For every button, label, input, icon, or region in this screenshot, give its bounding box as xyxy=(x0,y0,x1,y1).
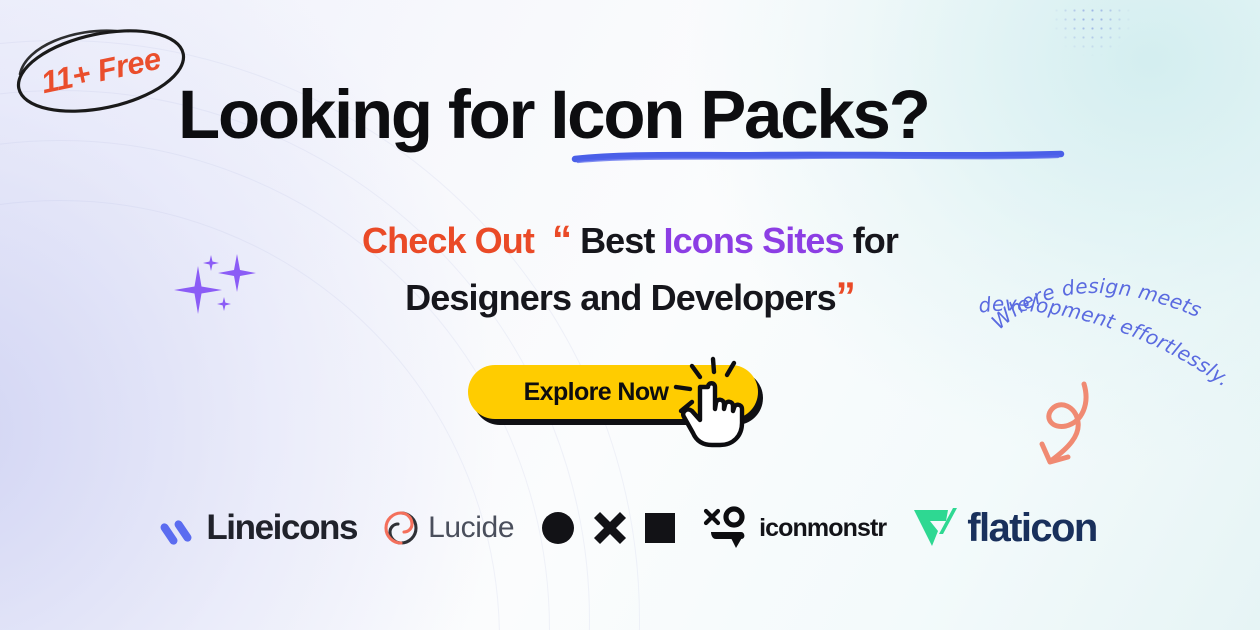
logo-lineicons-label: Lineicons xyxy=(206,508,358,547)
logo-iconmonstr-label: iconmonstr xyxy=(759,513,887,542)
iconmonstr-mark-icon xyxy=(704,506,745,548)
icons-sites-text: Icons Sites xyxy=(663,220,845,261)
logo-shapes[interactable] xyxy=(540,502,676,554)
page-title: Looking for Icon Packs? xyxy=(178,76,931,153)
logo-flaticon-label: flaticon xyxy=(967,505,1098,550)
sparkle-star-icon xyxy=(174,254,256,314)
sparkle-decoration xyxy=(160,248,290,343)
quote-open: “ xyxy=(551,218,572,262)
logo-lucide[interactable]: Lucide xyxy=(383,502,515,554)
designers-developers-text: Designers and Developers xyxy=(405,276,836,318)
promo-banner: 11+ Free Looking for Icon Packs? Check O… xyxy=(0,0,1260,630)
logo-strip: Lineicons Lucide iconmonstr flaticon xyxy=(0,492,1260,564)
logo-lucide-label: Lucide xyxy=(428,511,515,544)
circle-shape-icon xyxy=(542,512,575,544)
for-text: for xyxy=(852,220,899,261)
lucide-spiral-icon xyxy=(384,511,418,545)
flaticon-mark-icon xyxy=(914,508,958,546)
quote-close: ” xyxy=(835,274,856,319)
dot-grid-decoration xyxy=(1052,6,1132,56)
logo-flaticon[interactable]: flaticon xyxy=(912,502,1098,554)
logo-iconmonstr[interactable]: iconmonstr xyxy=(702,502,887,554)
best-text: Best xyxy=(580,220,655,261)
x-cross-icon xyxy=(594,511,627,545)
explore-now-button[interactable]: Explore Now xyxy=(468,365,758,419)
check-out-text: Check Out xyxy=(362,220,535,261)
cta-container: Explore Now xyxy=(468,356,768,448)
logo-lineicons[interactable]: Lineicons xyxy=(160,502,358,554)
headline-underline xyxy=(571,146,1065,168)
lineicons-mark-icon xyxy=(160,520,192,545)
free-count-badge: 11+ Free xyxy=(6,22,196,120)
square-shape-icon xyxy=(645,513,676,543)
curly-arrow-icon xyxy=(1020,378,1130,468)
